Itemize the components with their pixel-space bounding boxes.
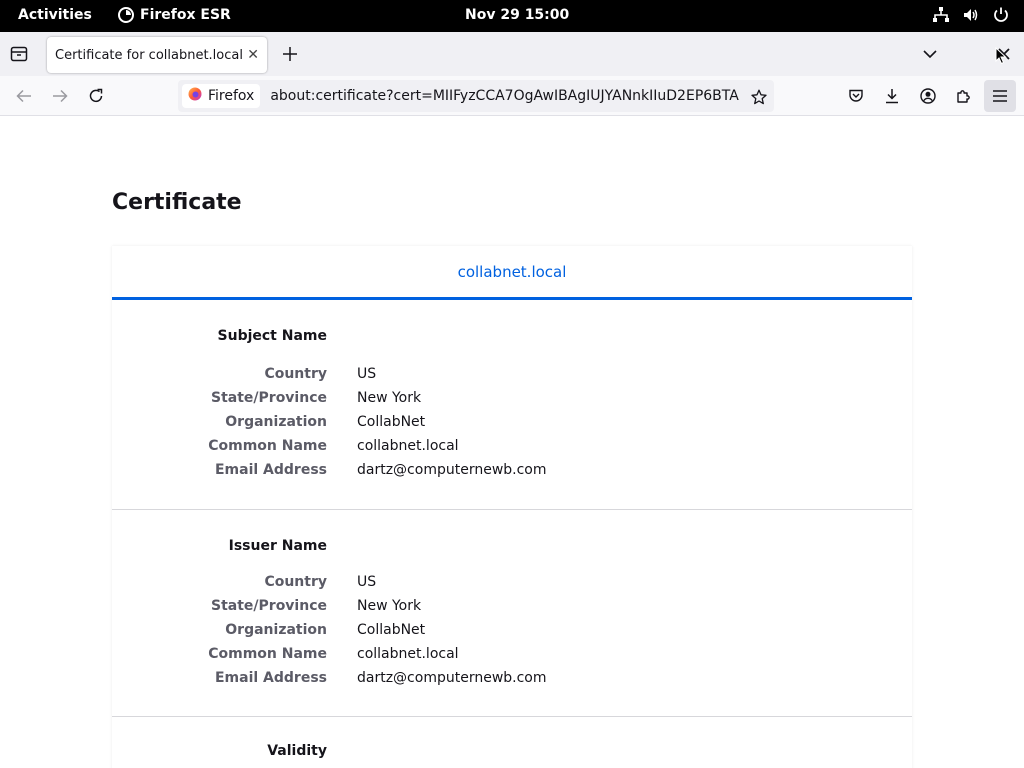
info-row: Country US — [112, 366, 912, 390]
field-label: Country — [264, 366, 327, 382]
navigation-toolbar: Firefox about:certificate?cert=MIIFyzCCA… — [0, 76, 1024, 116]
info-row: Email Address dartz@computernewb.com — [112, 670, 912, 694]
mouse-cursor-icon — [994, 46, 1008, 66]
field-value: collabnet.local — [357, 646, 459, 662]
hamburger-menu-icon — [992, 88, 1008, 104]
field-value: CollabNet — [357, 622, 426, 638]
new-tab-plus-icon[interactable] — [280, 44, 300, 64]
info-row: Organization CollabNet — [112, 622, 912, 646]
field-label: Common Name — [208, 646, 327, 662]
field-label: Organization — [225, 622, 327, 638]
field-value: collabnet.local — [357, 438, 459, 454]
info-row: Email Address dartz@computernewb.com — [112, 462, 912, 486]
cert-tab-label: collabnet.local — [457, 262, 567, 281]
tab-strip: Certificate for collabnet.local ✕ — [0, 32, 1024, 76]
field-value: New York — [357, 390, 422, 406]
field-label: Country — [264, 574, 327, 590]
firefox-app-icon — [118, 7, 134, 23]
certificate-card: collabnet.local Subject Name Country US … — [112, 246, 912, 768]
field-value: dartz@computernewb.com — [357, 462, 547, 478]
field-value: New York — [357, 598, 422, 614]
app-name: Firefox ESR — [140, 7, 231, 23]
section-heading: Validity — [267, 743, 327, 759]
field-label: Email Address — [214, 462, 327, 478]
field-label: Email Address — [214, 670, 327, 686]
activities-button[interactable]: Activities — [18, 7, 92, 23]
field-value: US — [357, 366, 377, 382]
info-row: Common Name collabnet.local — [112, 646, 912, 670]
firefox-view-icon[interactable] — [8, 44, 30, 64]
reload-icon[interactable] — [86, 86, 106, 106]
system-top-bar: Activities Firefox ESR Nov 29 15:00 — [0, 0, 1024, 32]
tab-certificate[interactable]: Certificate for collabnet.local ✕ — [47, 37, 267, 73]
identity-label: Firefox — [208, 88, 255, 104]
bookmark-star-icon[interactable] — [750, 88, 768, 106]
firefox-logo-icon — [188, 87, 202, 105]
page-title: Certificate — [112, 190, 242, 215]
identity-box[interactable]: Firefox — [182, 84, 261, 108]
app-menu[interactable]: Firefox ESR — [118, 7, 231, 23]
clock[interactable]: Nov 29 15:00 — [465, 7, 569, 23]
back-arrow-icon[interactable] — [14, 86, 34, 106]
system-tray[interactable] — [932, 6, 1010, 24]
pocket-icon[interactable] — [846, 86, 866, 106]
tab-close-icon[interactable]: ✕ — [247, 47, 259, 63]
info-row: Organization CollabNet — [112, 414, 912, 438]
volume-icon[interactable] — [962, 6, 980, 24]
field-value: US — [357, 574, 377, 590]
field-value: CollabNet — [357, 414, 426, 430]
account-icon[interactable] — [918, 86, 938, 106]
subject-name-section: Subject Name Country US State/Province N… — [112, 300, 912, 510]
field-label: State/Province — [211, 598, 327, 614]
info-row: Country US — [112, 574, 912, 598]
list-all-tabs-chevron-down-icon[interactable] — [920, 46, 940, 62]
section-heading: Issuer Name — [228, 538, 327, 554]
forward-arrow-icon[interactable] — [50, 86, 70, 106]
url-text[interactable]: about:certificate?cert=MIIFyzCCA7OgAwIBA… — [270, 88, 740, 104]
section-heading: Subject Name — [217, 328, 327, 344]
info-row: Common Name collabnet.local — [112, 438, 912, 462]
field-label: Common Name — [208, 438, 327, 454]
issuer-name-section: Issuer Name Country US State/Province Ne… — [112, 510, 912, 717]
url-bar[interactable]: Firefox about:certificate?cert=MIIFyzCCA… — [178, 80, 774, 112]
power-icon[interactable] — [992, 6, 1010, 24]
field-value: dartz@computernewb.com — [357, 670, 547, 686]
info-row: State/Province New York — [112, 598, 912, 622]
field-label: Organization — [225, 414, 327, 430]
network-icon[interactable] — [932, 6, 950, 24]
field-label: State/Province — [211, 390, 327, 406]
info-row: State/Province New York — [112, 390, 912, 414]
app-menu-button[interactable] — [984, 80, 1016, 112]
tab-certificate-collabnet[interactable]: collabnet.local — [112, 246, 912, 300]
validity-section: Validity — [112, 717, 912, 768]
tab-title: Certificate for collabnet.local — [55, 47, 243, 63]
extensions-puzzle-icon[interactable] — [954, 86, 974, 106]
downloads-icon[interactable] — [882, 86, 902, 106]
